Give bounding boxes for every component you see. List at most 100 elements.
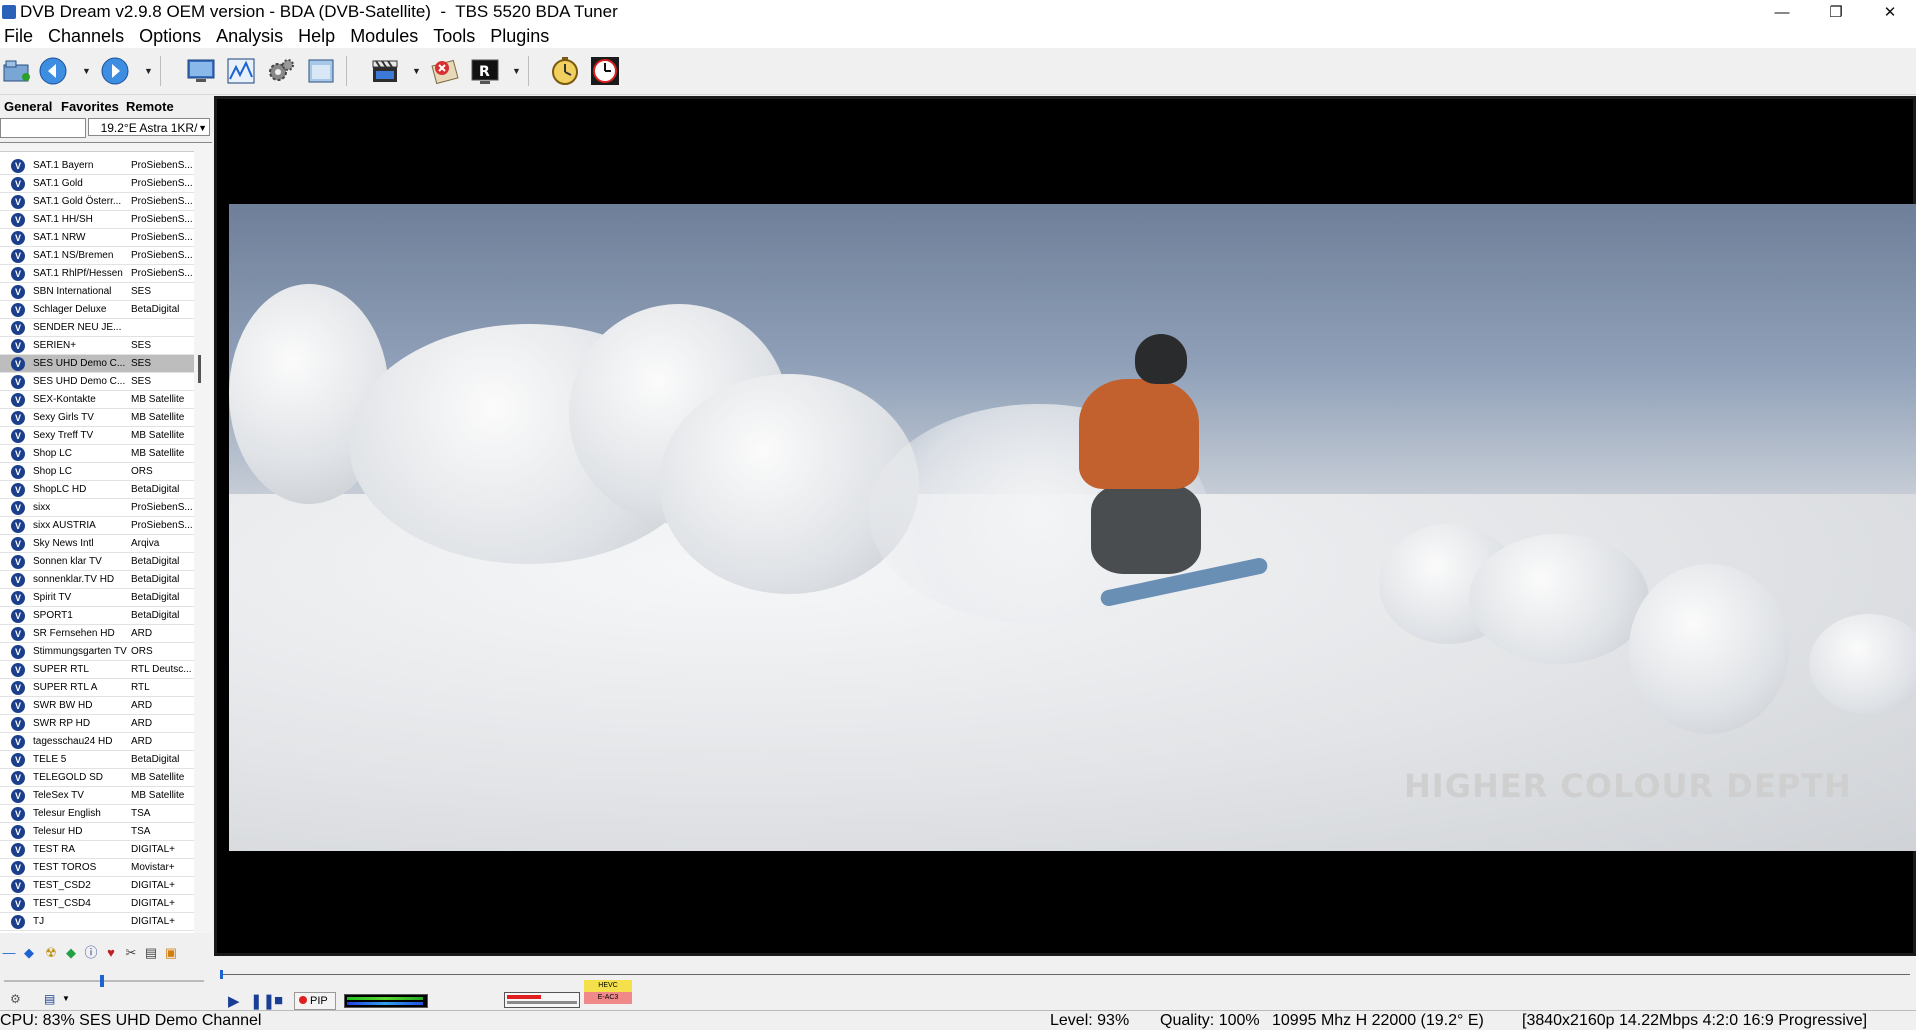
- channel-row[interactable]: V Sonnen klar TV BetaDigital: [0, 553, 194, 571]
- channel-row[interactable]: V SERIEN+ SES: [0, 337, 194, 355]
- channel-row[interactable]: V Sky News Intl Arqiva: [0, 535, 194, 553]
- channel-row[interactable]: V Telesur HD TSA: [0, 823, 194, 841]
- channel-row[interactable]: Vtagesschau24 HD ARD: [0, 733, 194, 751]
- open-folder-icon[interactable]: [0, 54, 34, 88]
- channel-row[interactable]: V SR Fernsehen HD ARD: [0, 625, 194, 643]
- channel-row[interactable]: V Sexy Girls TV MB Satellite: [0, 409, 194, 427]
- channel-row[interactable]: V Shop LC ORS: [0, 463, 194, 481]
- channel-row[interactable]: V TJ DIGITAL+: [0, 913, 194, 931]
- channel-row[interactable]: Vsixx AUSTRIA ProSiebenS...: [0, 517, 194, 535]
- menu-analysis[interactable]: Analysis: [212, 26, 292, 47]
- gear-icon[interactable]: [264, 54, 298, 88]
- channel-row[interactable]: V SAT.1 HH/SH ProSiebenS...: [0, 211, 194, 229]
- menu-plugins[interactable]: Plugins: [486, 26, 558, 47]
- seek-thumb[interactable]: [220, 970, 223, 979]
- back-dropdown-icon[interactable]: ▼: [82, 66, 91, 76]
- menu-options[interactable]: Options: [135, 26, 210, 47]
- channel-row[interactable]: V SUPER RTL A RTL: [0, 679, 194, 697]
- channel-row[interactable]: V TEST_CSD2 DIGITAL+: [0, 877, 194, 895]
- diamond-icon[interactable]: ◆: [20, 944, 38, 962]
- channel-row[interactable]: V SES UHD Demo C... SES: [0, 355, 194, 373]
- channel-row[interactable]: V SAT.1 Gold ProSiebenS...: [0, 175, 194, 193]
- channel-row[interactable]: V SAT.1 RhlPf/Hessen ProSiebenS...: [0, 265, 194, 283]
- channel-row[interactable]: V TEST_CSD4 DIGITAL+: [0, 895, 194, 913]
- channel-row[interactable]: V Schlager Deluxe BetaDigital: [0, 301, 194, 319]
- menu-help[interactable]: Help: [294, 26, 344, 47]
- minimize-button[interactable]: —: [1752, 0, 1812, 24]
- channel-row[interactable]: Vsixx ProSiebenS...: [0, 499, 194, 517]
- channel-name: TEST_CSD4: [33, 898, 91, 909]
- channel-row[interactable]: V TEST RA DIGITAL+: [0, 841, 194, 859]
- menu-channels[interactable]: Channels: [44, 26, 133, 47]
- channel-row[interactable]: V SUPER RTL RTL Deutsc...: [0, 661, 194, 679]
- channel-row[interactable]: V SWR RP HD ARD: [0, 715, 194, 733]
- channel-search-input[interactable]: [0, 118, 86, 138]
- video-window[interactable]: HIGHER COLOUR DEPTH: [214, 96, 1916, 956]
- channel-list[interactable]: V SAT.1 Bayern ProSiebenS... V SAT.1 Gold Pro…: [0, 142, 212, 933]
- pause-icon[interactable]: ❚❚: [250, 992, 275, 1010]
- stop-record-icon[interactable]: [428, 54, 462, 88]
- restore-button[interactable]: ❐: [1806, 0, 1866, 24]
- window-icon[interactable]: [304, 54, 338, 88]
- menu-file[interactable]: File: [0, 26, 42, 47]
- channel-row[interactable]: V SWR BW HD ARD: [0, 697, 194, 715]
- channel-row[interactable]: V Stimmungsgarten TV ORS: [0, 643, 194, 661]
- collapse-icon[interactable]: —: [0, 944, 18, 962]
- channel-row[interactable]: V TELE 5 BetaDigital: [0, 751, 194, 769]
- channel-list-scrollbar[interactable]: [194, 143, 212, 933]
- channel-row[interactable]: V SAT.1 Gold Österr... ProSiebenS...: [0, 193, 194, 211]
- channel-row[interactable]: V SEX-Kontakte MB Satellite: [0, 391, 194, 409]
- stop-icon[interactable]: ■: [274, 992, 283, 1009]
- channel-row[interactable]: V SES UHD Demo C... SES: [0, 373, 194, 391]
- pip-button[interactable]: PIP: [294, 992, 336, 1010]
- settings-icon[interactable]: ⚙: [10, 992, 21, 1006]
- channel-row[interactable]: V SAT.1 NS/Bremen ProSiebenS...: [0, 247, 194, 265]
- tools-icon[interactable]: ✂: [122, 944, 140, 962]
- record-screen-icon[interactable]: R: [468, 54, 502, 88]
- close-button[interactable]: ✕: [1860, 0, 1916, 24]
- channel-row[interactable]: V Telesur English TSA: [0, 805, 194, 823]
- seek-track[interactable]: [220, 974, 1910, 975]
- back-icon[interactable]: [36, 54, 70, 88]
- channel-row[interactable]: V Spirit TV BetaDigital: [0, 589, 194, 607]
- play-icon[interactable]: ▶: [228, 992, 240, 1010]
- satellite-select[interactable]: 19.2°E Astra 1KR/ ▼: [88, 118, 210, 136]
- tab-general[interactable]: General: [4, 98, 52, 116]
- scrollbar-thumb[interactable]: [198, 355, 201, 383]
- tab-favorites[interactable]: Favorites: [61, 98, 119, 116]
- channel-row[interactable]: Vsonnenklar.TV HD BetaDigital: [0, 571, 194, 589]
- menu-modules[interactable]: Modules: [346, 26, 427, 47]
- channel-row[interactable]: V SPORT1 BetaDigital: [0, 607, 194, 625]
- channel-row[interactable]: V TEST TOROS Movistar+: [0, 859, 194, 877]
- monitor-icon[interactable]: [184, 54, 218, 88]
- menu-tools[interactable]: Tools: [429, 26, 484, 47]
- record-dropdown-icon[interactable]: ▼: [512, 66, 521, 76]
- channel-row[interactable]: V TELEGOLD SD MB Satellite: [0, 769, 194, 787]
- volume-thumb[interactable]: [100, 975, 104, 987]
- channel-row[interactable]: V SAT.1 Bayern ProSiebenS...: [0, 157, 194, 175]
- document-icon[interactable]: ▤: [142, 944, 160, 962]
- heart-icon[interactable]: ♥: [102, 944, 120, 962]
- channel-row[interactable]: V ShopLC HD BetaDigital: [0, 481, 194, 499]
- channel-row[interactable]: V SAT.1 NRW ProSiebenS...: [0, 229, 194, 247]
- channel-row[interactable]: V SBN International SES: [0, 283, 194, 301]
- timer-icon[interactable]: [548, 54, 582, 88]
- list-view-dropdown-icon[interactable]: ▼: [62, 994, 70, 1003]
- epg-clock-icon[interactable]: [588, 54, 622, 88]
- channel-row[interactable]: V SENDER NEU JE...: [0, 319, 194, 337]
- forward-dropdown-icon[interactable]: ▼: [144, 66, 153, 76]
- info-icon[interactable]: ⓘ: [82, 944, 100, 962]
- channel-row[interactable]: V Shop LC MB Satellite: [0, 445, 194, 463]
- clapper-dropdown-icon[interactable]: ▼: [412, 66, 421, 76]
- green-diamond-icon[interactable]: ◆: [62, 944, 80, 962]
- channel-row[interactable]: V TeleSex TV MB Satellite: [0, 787, 194, 805]
- list-view-icon[interactable]: ▤: [44, 992, 55, 1006]
- lock-icon[interactable]: ▣: [162, 944, 180, 962]
- tab-remote[interactable]: Remote: [126, 98, 174, 116]
- spectrum-icon[interactable]: [224, 54, 258, 88]
- clapper-icon[interactable]: [368, 54, 402, 88]
- forward-icon[interactable]: [98, 54, 132, 88]
- channel-row[interactable]: V Sexy Treff TV MB Satellite: [0, 427, 194, 445]
- volume-slider[interactable]: [0, 974, 212, 988]
- radiation-icon[interactable]: ☢: [42, 944, 60, 962]
